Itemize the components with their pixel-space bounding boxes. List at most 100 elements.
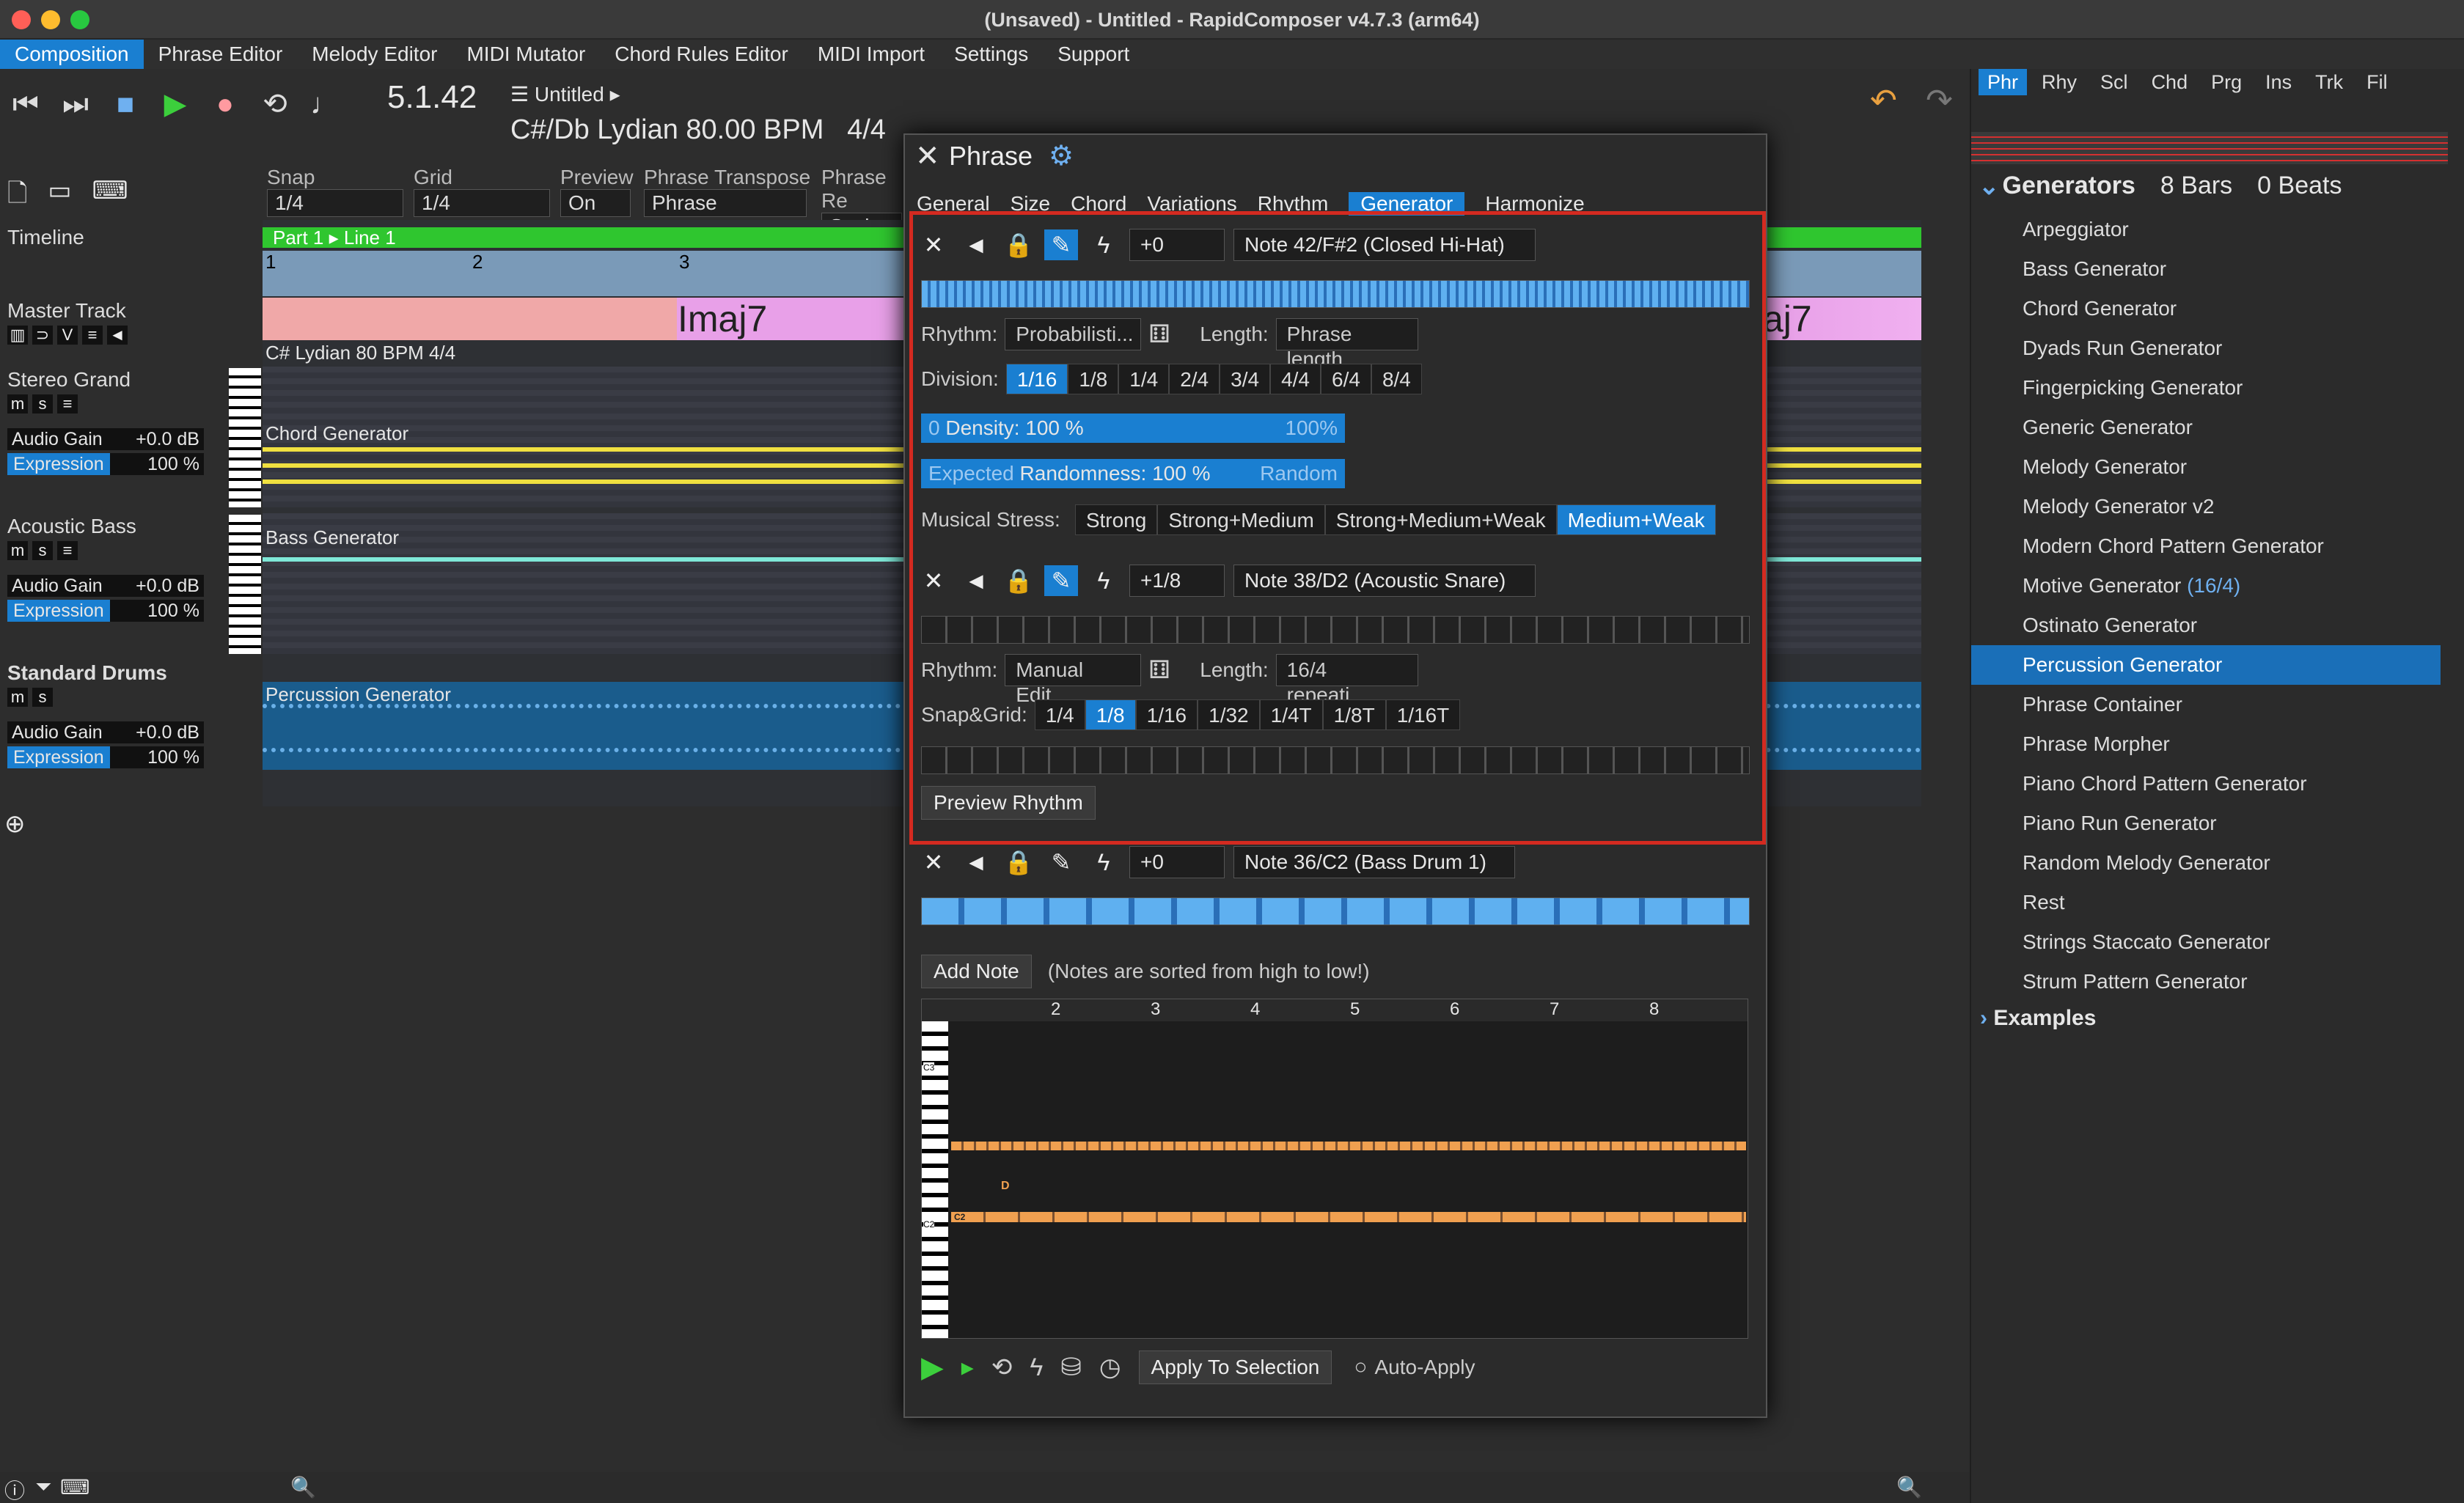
minimize-window-button[interactable] xyxy=(41,10,60,29)
track-name-standard-drums[interactable]: Standard Drums xyxy=(7,661,167,685)
zoom-in-icon[interactable]: 🔍 xyxy=(1896,1475,1922,1499)
track-name-stereo-grand[interactable]: Stereo Grand xyxy=(7,368,131,392)
list-item[interactable]: Arpeggiator xyxy=(1971,210,2441,249)
snap-select[interactable]: 1/4 xyxy=(267,189,403,217)
keyboard-icon[interactable]: ⌨ xyxy=(60,1475,89,1499)
preview-select[interactable]: On xyxy=(560,189,631,217)
open-file-icon[interactable]: ▭ xyxy=(48,176,71,213)
play-selection-icon[interactable]: ▸ xyxy=(961,1353,974,1382)
list-item[interactable]: Piano Chord Pattern Generator xyxy=(1971,764,2441,804)
piano-icon[interactable]: ▥ xyxy=(7,326,28,345)
skip-end-icon[interactable]: ⏭ xyxy=(59,88,92,121)
solo-button[interactable]: s xyxy=(32,541,53,560)
audio-gain-control[interactable]: Audio Gain +0.0 dB xyxy=(7,428,204,450)
auto-apply-radio[interactable]: ○ xyxy=(1354,1355,1367,1380)
list-item[interactable]: Bass Generator xyxy=(1971,249,2441,289)
list-icon[interactable]: ≡ xyxy=(82,326,103,345)
menu-icon[interactable]: ≡ xyxy=(57,394,78,414)
list-item[interactable]: Rest xyxy=(1971,883,2441,922)
close-window-button[interactable] xyxy=(12,10,31,29)
speaker-icon[interactable]: ◄ xyxy=(107,326,128,345)
list-item[interactable]: Generic Generator xyxy=(1971,408,2441,447)
list-item[interactable]: Strum Pattern Generator xyxy=(1971,962,2441,1002)
list-item[interactable]: Ostinato Generator xyxy=(1971,606,2441,645)
menu-chord-rules-editor[interactable]: Chord Rules Editor xyxy=(600,40,803,69)
solo-button[interactable]: s xyxy=(32,688,53,707)
zoom-out-icon[interactable]: 🔍 xyxy=(290,1475,316,1499)
audio-gain-control[interactable]: Audio Gain +0.0 dB xyxy=(7,721,204,743)
menu-support[interactable]: Support xyxy=(1043,40,1144,69)
tab-phr[interactable]: Phr xyxy=(1979,69,2028,95)
redo-icon[interactable]: ↷ xyxy=(1926,82,1953,120)
keyboard-icon[interactable]: ⌨ xyxy=(92,176,128,213)
list-item[interactable]: Dyads Run Generator xyxy=(1971,328,2441,368)
list-item[interactable]: Phrase Container xyxy=(1971,685,2441,724)
expression-control[interactable]: Expression 100 % xyxy=(7,746,204,768)
menu-melody-editor[interactable]: Melody Editor xyxy=(297,40,452,69)
tab-prg[interactable]: Prg xyxy=(2202,69,2251,95)
menu-icon[interactable]: ≡ xyxy=(57,541,78,560)
rhythm-preview[interactable] xyxy=(921,897,1750,925)
list-item-selected[interactable]: Percussion Generator xyxy=(1971,645,2441,685)
menu-composition[interactable]: Composition xyxy=(0,40,144,69)
list-item[interactable]: Strings Staccato Generator xyxy=(1971,922,2441,962)
close-icon[interactable]: ✕ xyxy=(915,139,940,173)
pencil-icon[interactable]: ✎ xyxy=(1044,847,1078,878)
grid-select[interactable]: 1/4 xyxy=(414,189,550,217)
lightning-icon[interactable]: ϟ xyxy=(1087,847,1121,878)
expression-control[interactable]: Expression 100 % xyxy=(7,453,204,475)
play-icon[interactable]: ▶ xyxy=(921,1351,944,1384)
tab-chd[interactable]: Chd xyxy=(2143,69,2197,95)
list-item[interactable]: Phrase Morpher xyxy=(1971,724,2441,764)
info-icon[interactable]: ⓘ xyxy=(4,1475,25,1503)
record-icon[interactable]: ● xyxy=(208,88,242,121)
delete-icon[interactable]: ✕ xyxy=(917,847,950,878)
settings-icon[interactable]: ⚙ xyxy=(1049,139,1074,172)
loop-icon[interactable]: ⟲ xyxy=(991,1353,1013,1382)
note-select[interactable]: Note 36/C2 (Bass Drum 1) xyxy=(1233,846,1515,878)
examples-folder[interactable]: › Examples xyxy=(1980,1006,2096,1031)
list-item[interactable]: Melody Generator xyxy=(1971,447,2441,487)
add-note-button[interactable]: Add Note xyxy=(921,955,1032,988)
mouse-icon[interactable]: ⏷ xyxy=(35,1475,51,1499)
metronome-icon[interactable]: ♩ xyxy=(308,88,342,121)
menu-midi-mutator[interactable]: MIDI Mutator xyxy=(452,40,600,69)
generators-header[interactable]: ⌄ Generators 8 Bars 0 Beats xyxy=(1979,172,2342,201)
list-item[interactable]: Piano Run Generator xyxy=(1971,804,2441,843)
v-icon[interactable]: V xyxy=(57,326,78,345)
list-item[interactable]: Random Melody Generator xyxy=(1971,843,2441,883)
play-icon[interactable]: ▶ xyxy=(158,87,192,121)
history-icon[interactable]: ◷ xyxy=(1099,1353,1121,1382)
solo-button[interactable]: s xyxy=(32,394,53,414)
new-file-icon[interactable]: 🗋 xyxy=(7,176,27,213)
menu-midi-import[interactable]: MIDI Import xyxy=(803,40,939,69)
tab-rhy[interactable]: Rhy xyxy=(2033,69,2086,95)
piano-roll[interactable]: 2 3 4 5 6 7 8 C3 C2 D C2 xyxy=(921,999,1748,1339)
list-item[interactable]: Motive Generator (16/4) xyxy=(1971,566,2441,606)
tab-scl[interactable]: Scl xyxy=(2091,69,2137,95)
zoom-window-button[interactable] xyxy=(70,10,89,29)
undo-icon[interactable]: ↶ xyxy=(1870,82,1897,120)
list-item[interactable]: Modern Chord Pattern Generator xyxy=(1971,526,2441,566)
apply-to-selection-button[interactable]: Apply To Selection xyxy=(1138,1351,1332,1384)
expression-control[interactable]: Expression 100 % xyxy=(7,600,204,622)
offset-stepper[interactable]: +0 xyxy=(1129,846,1225,878)
list-item[interactable]: Chord Generator xyxy=(1971,289,2441,328)
lightning-icon[interactable]: ϟ xyxy=(1030,1353,1043,1382)
track-name-master[interactable]: Master Track xyxy=(7,299,126,323)
speaker-icon[interactable]: ◄ xyxy=(959,847,993,878)
lock-icon[interactable]: 🔒 xyxy=(1002,847,1035,878)
tab-fil[interactable]: Fil xyxy=(2358,69,2397,95)
mute-button[interactable]: m xyxy=(7,688,28,707)
stop-icon[interactable]: ■ xyxy=(109,88,142,121)
add-track-icon[interactable]: ⊕ xyxy=(4,809,26,839)
phrase-transpose-select[interactable]: Phrase xyxy=(644,189,807,217)
skip-start-icon[interactable]: ⏮ xyxy=(9,88,43,121)
track-name-acoustic-bass[interactable]: Acoustic Bass xyxy=(7,515,136,538)
tab-ins[interactable]: Ins xyxy=(2256,69,2300,95)
mute-button[interactable]: m xyxy=(7,394,28,414)
menu-phrase-editor[interactable]: Phrase Editor xyxy=(144,40,298,69)
database-icon[interactable]: ⛁ xyxy=(1060,1353,1082,1382)
list-item[interactable]: Fingerpicking Generator xyxy=(1971,368,2441,408)
menu-settings[interactable]: Settings xyxy=(939,40,1043,69)
